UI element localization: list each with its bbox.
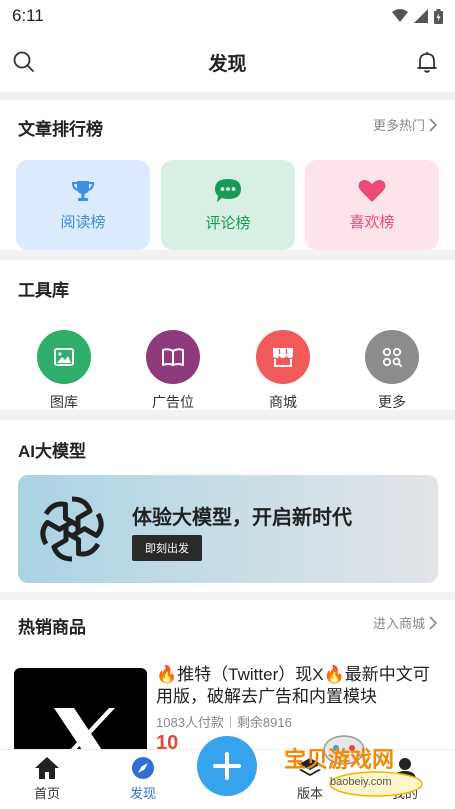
layers-icon: [299, 758, 321, 776]
product-thumbnail[interactable]: [14, 668, 147, 749]
search-icon[interactable]: [12, 50, 36, 74]
compass-icon: [132, 757, 154, 779]
ai-title: AI大模型: [18, 442, 86, 461]
rank-card-comment[interactable]: 评论榜: [161, 160, 295, 250]
plus-icon: [213, 752, 241, 780]
tab-discover[interactable]: 发现: [108, 756, 178, 802]
ranking-more-link[interactable]: 更多热门: [373, 115, 437, 134]
tab-version[interactable]: 版本: [275, 756, 345, 802]
tool-label: 图库: [50, 394, 78, 410]
trophy-icon: [71, 180, 95, 201]
chevron-right-icon: [429, 615, 437, 630]
bottom-tab-bar: 首页 发现 版本 我的: [0, 736, 455, 809]
home-icon: [35, 757, 59, 779]
grid-search-icon: [365, 330, 419, 384]
ai-start-button[interactable]: 即刻出发: [132, 535, 202, 561]
tool-label: 更多: [378, 394, 406, 410]
image-icon: [37, 330, 91, 384]
ranking-title: 文章排行榜: [18, 120, 103, 139]
tool-ad-slot[interactable]: 广告位: [133, 330, 213, 412]
tool-gallery[interactable]: 图库: [24, 330, 104, 412]
tab-label: 发现: [129, 786, 156, 801]
store-icon: [256, 330, 310, 384]
heart-icon: [358, 179, 386, 202]
status-bar: 6:11: [0, 0, 455, 32]
store-entry-label: 进入商城: [372, 616, 425, 631]
ai-section: AI大模型 体验大模型，开启新时代 即刻出发: [0, 420, 455, 592]
status-time: 6:11: [12, 6, 44, 25]
user-icon: [394, 758, 416, 780]
tools-title: 工具库: [18, 281, 69, 300]
openai-logo-icon: [40, 496, 104, 562]
tab-label: 版本: [296, 786, 323, 801]
add-button[interactable]: [197, 736, 257, 796]
tools-section: 工具库 图库 广告位 商城 更多: [0, 260, 455, 410]
signal-icon: [414, 9, 428, 23]
x-logo-icon: [54, 708, 115, 749]
status-icons: [392, 8, 443, 24]
tab-label: 我的: [391, 786, 418, 801]
store-entry-link[interactable]: 进入商城: [373, 613, 437, 632]
page-title: 发现: [208, 53, 247, 75]
book-icon: [146, 330, 200, 384]
rank-card-label: 评论榜: [205, 214, 251, 232]
ai-banner[interactable]: 体验大模型，开启新时代 即刻出发: [18, 475, 438, 583]
tool-store[interactable]: 商城: [243, 330, 323, 412]
ranking-more-label: 更多热门: [372, 118, 425, 133]
app-header: 发现: [0, 32, 455, 92]
ranking-section: 文章排行榜 更多热门 阅读榜 评论榜 喜欢榜: [0, 100, 455, 250]
bell-icon[interactable]: [415, 50, 439, 74]
battery-icon: [434, 8, 443, 24]
tab-label: 首页: [33, 786, 60, 801]
rank-card-like[interactable]: 喜欢榜: [305, 160, 439, 250]
chat-bubble-icon: [215, 178, 241, 202]
product-title[interactable]: 🔥推特（Twitter）现X🔥最新中文可用版，破解去广告和内置模块: [156, 664, 446, 708]
hot-products-section: 热销商品 进入商城 🔥推特（Twitter）现X🔥最新中文可用版，破解去广告和内…: [0, 600, 455, 749]
rank-card-label: 喜欢榜: [349, 213, 395, 231]
hot-products-title: 热销商品: [18, 618, 86, 637]
wifi-icon: [392, 9, 408, 22]
chevron-right-icon: [429, 117, 437, 132]
tool-label: 广告位: [152, 394, 194, 410]
tool-more[interactable]: 更多: [352, 330, 432, 412]
product-meta: 1083人付款｜剩余8916: [156, 715, 292, 730]
tab-mine[interactable]: 我的: [370, 756, 440, 802]
rank-card-read[interactable]: 阅读榜: [16, 160, 150, 250]
product-price: 10: [156, 732, 179, 749]
rank-card-label: 阅读榜: [60, 213, 106, 231]
tab-home[interactable]: 首页: [12, 756, 82, 802]
ai-slogan: 体验大模型，开启新时代: [132, 507, 352, 529]
tool-label: 商城: [269, 394, 297, 410]
